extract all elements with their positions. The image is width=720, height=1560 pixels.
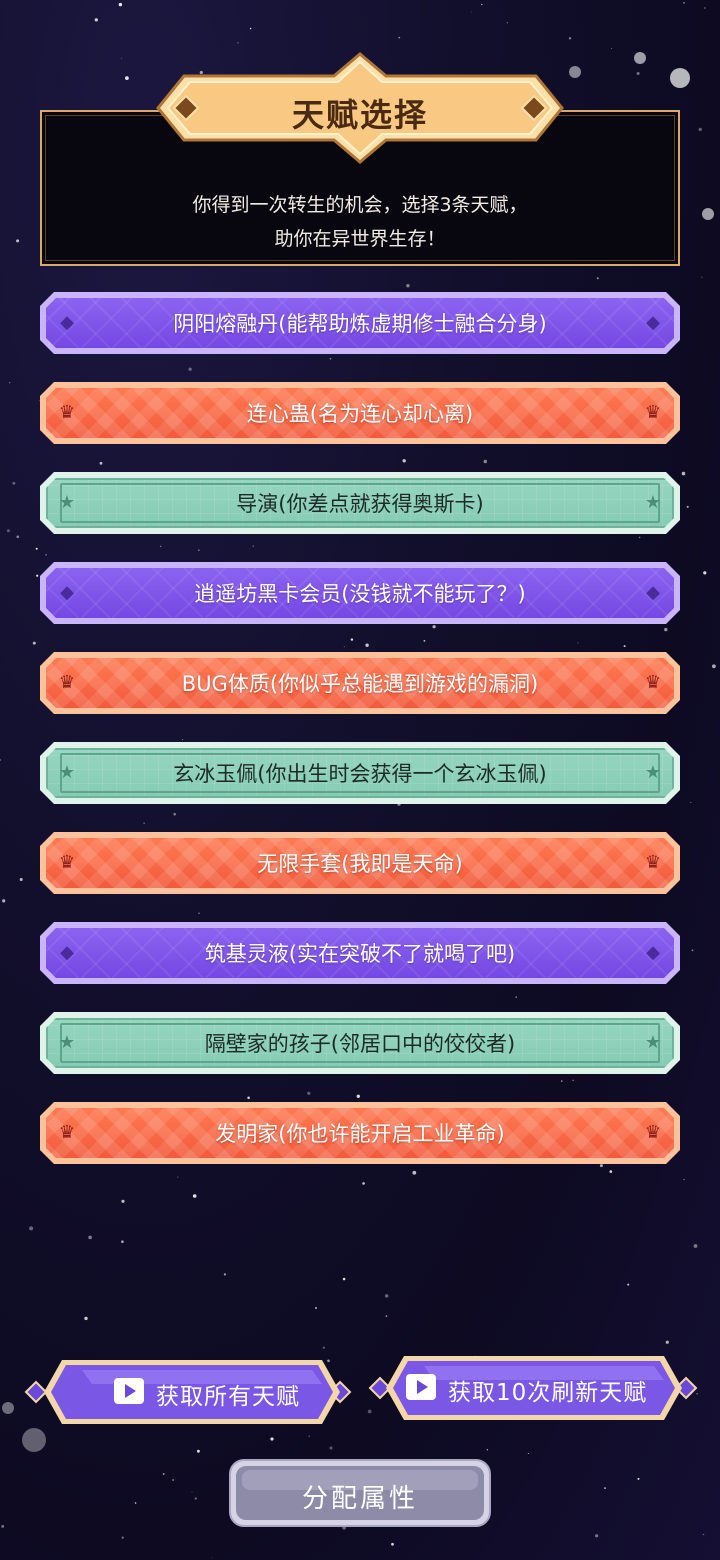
talent-label: 筑基灵液(实在突破不了就喝了吧): [204, 942, 516, 966]
crown-icon: ♛: [644, 402, 662, 423]
talent-option[interactable]: ◆ 阴阳熔融丹(能帮助炼虚期修士融合分身) ◆: [40, 292, 680, 354]
star-icon: ★: [58, 762, 76, 783]
talent-label: 发明家(你也许能开启工业革命): [215, 1122, 505, 1146]
talent-option[interactable]: ♛ 连心蛊(名为连心却心离) ♛: [40, 382, 680, 444]
talent-option[interactable]: ★ 隔壁家的孩子(邻居口中的佼佼者) ★: [40, 1012, 680, 1074]
diamond-icon: ◆: [60, 942, 74, 963]
talent-option[interactable]: ♛ 发明家(你也许能开启工业革命) ♛: [40, 1102, 680, 1164]
get-refreshes-label: 获取10次刷新天赋: [448, 1380, 648, 1406]
talent-option[interactable]: ♛ 无限手套(我即是天命) ♛: [40, 832, 680, 894]
assign-attributes-button[interactable]: 分配属性: [228, 1458, 492, 1528]
talent-label: BUG体质(你似乎总能遇到游戏的漏洞): [181, 672, 539, 696]
crown-icon: ♛: [58, 1122, 76, 1143]
star-icon: ★: [644, 762, 662, 783]
talent-label: 阴阳熔融丹(能帮助炼虚期修士融合分身): [173, 312, 547, 336]
get-all-talents-button[interactable]: 获取所有天赋: [22, 1356, 354, 1428]
talent-option[interactable]: ★ 玄冰玉佩(你出生时会获得一个玄冰玉佩) ★: [40, 742, 680, 804]
talent-option[interactable]: ♛ BUG体质(你似乎总能遇到游戏的漏洞) ♛: [40, 652, 680, 714]
talent-label: 隔壁家的孩子(邻居口中的佼佼者): [204, 1032, 516, 1056]
talent-option[interactable]: ★ 导演(你差点就获得奥斯卡) ★: [40, 472, 680, 534]
talent-label: 玄冰玉佩(你出生时会获得一个玄冰玉佩): [173, 762, 547, 786]
star-icon: ★: [644, 492, 662, 513]
talent-label: 逍遥坊黑卡会员(没钱就不能玩了？): [194, 582, 526, 606]
talent-label: 无限手套(我即是天命): [257, 852, 463, 876]
diamond-icon: ◆: [646, 312, 660, 333]
crown-icon: ♛: [644, 672, 662, 693]
diamond-icon: ◆: [60, 582, 74, 603]
crown-icon: ♛: [644, 1122, 662, 1143]
star-icon: ★: [58, 492, 76, 513]
crown-icon: ♛: [58, 672, 76, 693]
talent-option[interactable]: ◆ 筑基灵液(实在突破不了就喝了吧) ◆: [40, 922, 680, 984]
diamond-icon: ◆: [646, 582, 660, 603]
assign-attributes-label: 分配属性: [301, 1484, 418, 1514]
get-all-talents-label: 获取所有天赋: [156, 1384, 300, 1410]
crown-icon: ♛: [644, 852, 662, 873]
diamond-icon: ◆: [60, 312, 74, 333]
intro-description: 你得到一次转生的机会，选择3条天赋， 助你在异世界生存！: [192, 194, 528, 250]
crown-icon: ♛: [58, 402, 76, 423]
diamond-icon: ◆: [646, 942, 660, 963]
talent-label: 连心蛊(名为连心却心离): [246, 402, 474, 426]
talent-option[interactable]: ◆ 逍遥坊黑卡会员(没钱就不能玩了？) ◆: [40, 562, 680, 624]
talent-label: 导演(你差点就获得奥斯卡): [236, 492, 484, 516]
get-refreshes-button[interactable]: 获取10次刷新天赋: [368, 1352, 700, 1424]
video-play-icon: [114, 1378, 144, 1404]
crown-icon: ♛: [58, 852, 76, 873]
star-icon: ★: [644, 1032, 662, 1053]
star-icon: ★: [58, 1032, 76, 1053]
page-title: 天赋选择: [291, 96, 428, 134]
title-banner: 天赋选择: [150, 52, 570, 164]
video-play-icon: [406, 1374, 436, 1400]
